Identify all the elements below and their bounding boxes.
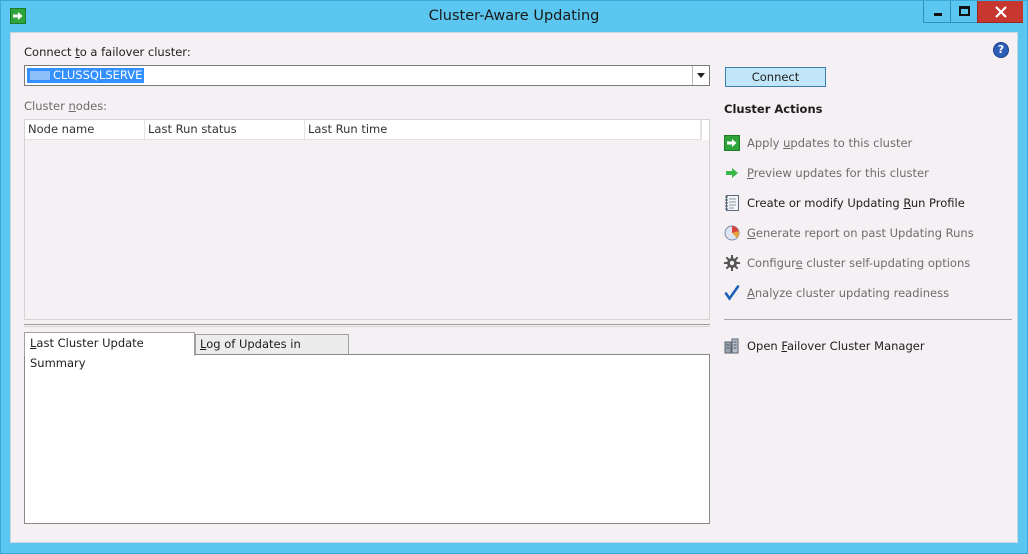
window-title: Cluster-Aware Updating [428, 8, 600, 24]
preview-updates-label: Preview updates for this cluster [747, 166, 929, 180]
checkmark-icon [724, 285, 740, 301]
chevron-down-icon[interactable] [692, 66, 709, 85]
run-profile-label: Create or modify Updating Run Profile [747, 196, 965, 210]
cluster-actions-heading: Cluster Actions [724, 102, 823, 116]
column-header-last-run-time[interactable]: Last Run time [305, 120, 701, 140]
maximize-icon [959, 6, 970, 16]
connect-label: Connect to a failover cluster: [24, 45, 191, 59]
configure-self-updating-label: Configure cluster self-updating options [747, 256, 971, 270]
maximize-button[interactable] [950, 1, 977, 23]
app-window: Cluster-Aware Updating Connect to a fail… [0, 0, 1028, 554]
close-button[interactable] [977, 1, 1023, 23]
redacted-text [30, 71, 50, 80]
caption-buttons [923, 1, 1023, 23]
gear-icon [724, 255, 740, 271]
tab-panel [24, 354, 710, 524]
actions-divider [724, 319, 1012, 320]
minimize-icon [934, 13, 942, 16]
cluster-combobox-value[interactable]: CLUSSQLSERVE [27, 68, 145, 83]
column-header-last-run-status[interactable]: Last Run status [145, 120, 305, 140]
column-header-node-name[interactable]: Node name [25, 120, 145, 140]
tab-log-of-updates[interactable]: Log of Updates in Progress [195, 334, 349, 369]
title-bar[interactable]: Cluster-Aware Updating [1, 1, 1027, 32]
cluster-nodes-label: Cluster nodes: [24, 99, 108, 113]
open-failover-cluster-manager-label: Open Failover Cluster Manager [747, 339, 925, 353]
splitter[interactable] [24, 324, 710, 327]
tab-last-cluster-update-summary[interactable]: Last Cluster Update Summary [24, 332, 195, 370]
apply-icon [724, 135, 740, 151]
cluster-manager-icon [724, 338, 740, 354]
client-area: Connect to a failover cluster: ? CLUSSQL… [10, 32, 1018, 543]
grid-header-filler [701, 120, 709, 140]
connect-button[interactable]: Connect [725, 67, 826, 87]
preview-arrow-icon [724, 165, 740, 181]
grid-header: Node name Last Run status Last Run time [25, 120, 701, 140]
apply-updates-label: Apply updates to this cluster [747, 136, 913, 150]
minimize-button[interactable] [923, 1, 950, 23]
report-icon [724, 225, 740, 241]
cluster-nodes-grid[interactable]: Node name Last Run status Last Run time [24, 119, 710, 320]
close-icon [995, 6, 1007, 18]
notebook-icon [724, 195, 740, 211]
analyze-readiness-label: Analyze cluster updating readiness [747, 286, 950, 300]
generate-report-label: Generate report on past Updating Runs [747, 226, 974, 240]
help-icon[interactable]: ? [993, 42, 1009, 58]
cluster-combobox[interactable]: CLUSSQLSERVE [24, 65, 710, 86]
